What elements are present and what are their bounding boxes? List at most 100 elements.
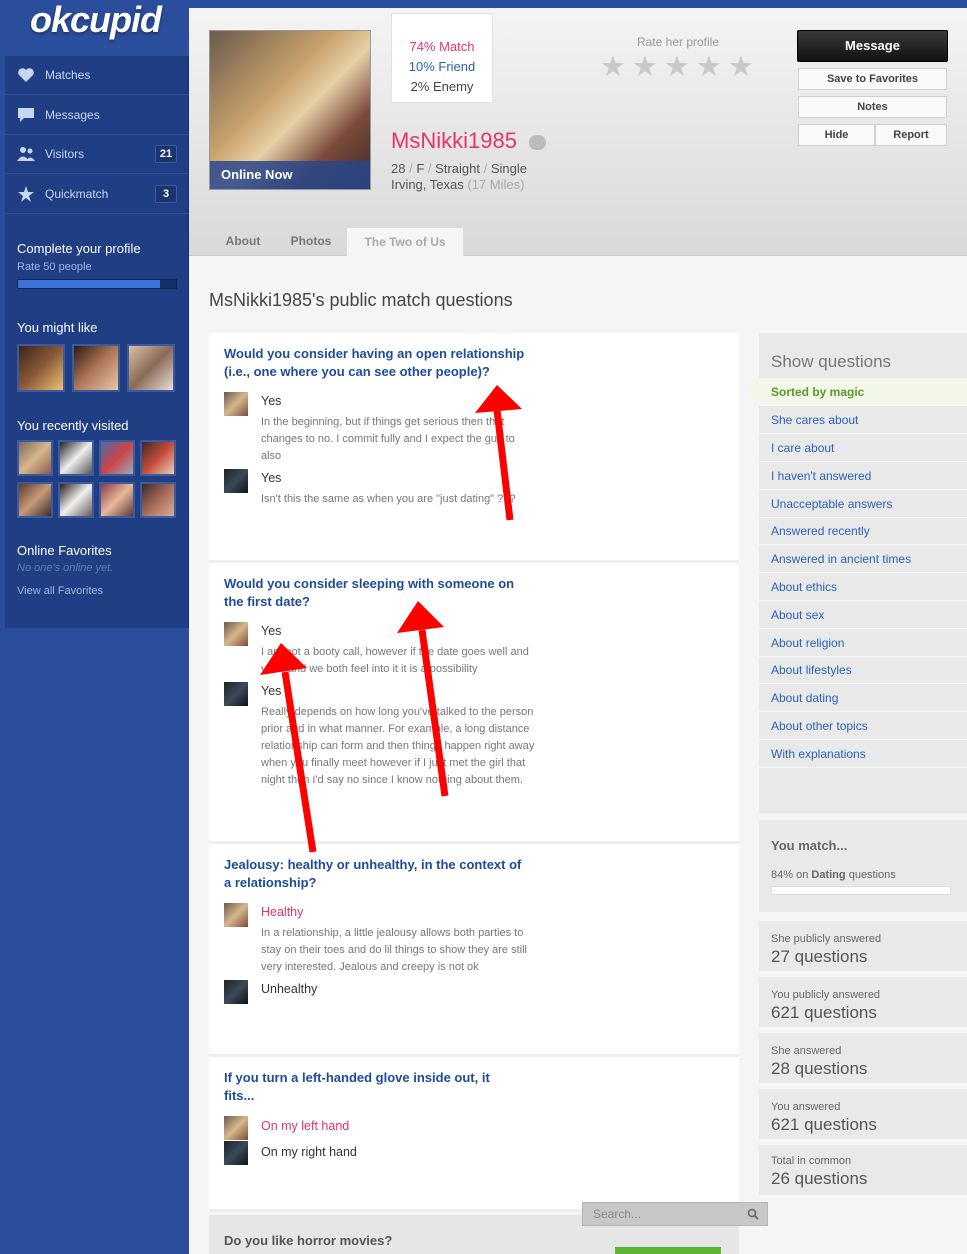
filter-answered-recently[interactable]: Answered recently (759, 517, 967, 545)
suggested-user-thumb[interactable] (72, 344, 120, 392)
profile-progress-fill (18, 280, 161, 288)
my-avatar (224, 469, 248, 493)
profile-progress-bar (17, 279, 177, 289)
visited-user-thumb[interactable] (99, 440, 135, 476)
visitors-count-badge: 21 (155, 145, 177, 163)
hide-button[interactable]: Hide (798, 124, 875, 146)
stat-label: She answered (771, 1045, 842, 1057)
tab-photos[interactable]: Photos (279, 227, 343, 256)
explanation-line: yeah and we both feel into it it is a po… (261, 663, 478, 675)
question-line: a relationship? (224, 875, 317, 890)
gender: F (416, 161, 425, 176)
sidebar: Matches Messages Visitors 21 Quickmatch … (5, 56, 189, 628)
question-text[interactable]: Would you consider having an open relati… (224, 345, 524, 381)
stat-label: You answered (771, 1101, 841, 1113)
profile-photo[interactable]: Online Now (209, 30, 371, 190)
suggested-user-thumb[interactable] (17, 344, 65, 392)
explanation-line: Really depends on how long you've talked… (261, 706, 534, 718)
search-input[interactable]: Search... (582, 1202, 768, 1226)
rate-people-link[interactable]: Rate 50 people (17, 261, 92, 273)
visited-user-thumb[interactable] (58, 482, 94, 518)
online-favorites-title: Online Favorites (17, 543, 112, 558)
my-avatar (224, 682, 248, 706)
answer-button[interactable] (615, 1247, 721, 1254)
my-avatar (224, 980, 248, 1004)
visited-user-thumb[interactable] (58, 440, 94, 476)
filter-about-religion[interactable]: About religion (759, 629, 967, 657)
relationship-status: Single (490, 161, 527, 176)
filter-about-dating[interactable]: About dating (759, 684, 967, 712)
notes-button[interactable]: Notes (798, 96, 947, 118)
suggested-user-thumb[interactable] (127, 344, 175, 392)
profile-header: Online Now 74% Match 10% Friend 2% Enemy… (189, 8, 967, 256)
friend-percent: 10% Friend (408, 59, 476, 74)
nav-matches[interactable]: Matches (5, 56, 189, 95)
visited-user-thumb[interactable] (140, 440, 176, 476)
view-all-favorites-link[interactable]: View all Favorites (17, 585, 103, 597)
search-icon[interactable] (747, 1208, 759, 1220)
filter-about-lifestyles[interactable]: About lifestyles (759, 656, 967, 684)
you-match-box: You match... 84% on Dating questions (759, 820, 967, 915)
question-line: (i.e., one where you can see other peopl… (224, 364, 490, 379)
question-card: Would you consider sleeping with someone… (209, 563, 739, 844)
match-bar (771, 886, 951, 895)
visited-user-thumb[interactable] (140, 482, 176, 518)
rating-star-icon[interactable]: ★ (664, 53, 691, 82)
filter-about-other-topics[interactable]: About other topics (759, 712, 967, 740)
visited-user-thumb[interactable] (17, 482, 53, 518)
question-text[interactable]: Jealousy: healthy or unhealthy, in the c… (224, 856, 521, 892)
her-answer: On my left hand (261, 1119, 350, 1133)
explanation-line: I am not a booty call, however if the da… (261, 646, 529, 658)
filter-she-cares-about[interactable]: She cares about (759, 406, 967, 434)
online-favorites-empty: No one's online yet. (17, 562, 114, 574)
nav-visitors[interactable]: Visitors 21 (5, 135, 189, 174)
my-answer: Unhealthy (261, 982, 318, 996)
tab-about[interactable]: About (209, 227, 277, 256)
explanation-line: Isn't this the same as when you are "jus… (261, 493, 516, 505)
match-pct: 84% (771, 869, 794, 881)
nav-messages[interactable]: Messages (5, 96, 189, 135)
filter-sorted-by-magic[interactable]: Sorted by magic (759, 378, 967, 406)
question-text[interactable]: If you turn a left-handed glove inside o… (224, 1069, 490, 1105)
visited-user-thumb[interactable] (17, 440, 53, 476)
her-avatar (224, 903, 248, 927)
explanation-line: stay on their toes and do lil things to … (261, 944, 527, 956)
report-button[interactable]: Report (875, 124, 947, 146)
visited-user-thumb[interactable] (99, 482, 135, 518)
rating-star-icon[interactable]: ★ (728, 53, 755, 82)
speech-bubble-icon (18, 108, 34, 122)
her-explanation: In the beginning, but if things get seri… (261, 414, 591, 465)
filter-with-explanations[interactable]: With explanations (759, 740, 967, 768)
filter-about-sex[interactable]: About sex (759, 601, 967, 629)
nav-label: Matches (45, 68, 91, 82)
rating-star-icon[interactable]: ★ (696, 53, 723, 82)
complete-profile-title[interactable]: Complete your profile (17, 241, 141, 256)
filter-answered-ancient[interactable]: Answered in ancient times (759, 545, 967, 573)
explanation-line: when you finally meet however if I just … (261, 757, 526, 769)
filter-i-care-about[interactable]: I care about (759, 434, 967, 462)
rating-star-icon[interactable]: ★ (600, 53, 627, 82)
filter-about-ethics[interactable]: About ethics (759, 573, 967, 601)
tab-the-two-of-us[interactable]: The Two of Us (346, 227, 464, 256)
you-match-detail: 84% on Dating questions (771, 869, 896, 881)
stat-box: You publicly answered 621 questions (759, 977, 967, 1030)
you-match-title: You match... (771, 838, 848, 853)
explanation-line: night then I'd say no since I know nothi… (261, 774, 523, 786)
okcupid-logo[interactable]: okcupid (30, 0, 170, 46)
save-to-favorites-button[interactable]: Save to Favorites (798, 68, 947, 90)
rating-star-icon[interactable]: ★ (632, 53, 659, 82)
question-text[interactable]: Do you like horror movies? (224, 1232, 392, 1250)
explanation-line: prior and in what manner. For example, a… (261, 723, 530, 735)
filter-i-havent-answered[interactable]: I haven't answered (759, 462, 967, 490)
my-explanation: Really depends on how long you've talked… (261, 704, 591, 789)
message-button[interactable]: Message (797, 30, 948, 62)
question-text[interactable]: Would you consider sleeping with someone… (224, 575, 514, 611)
profile-username: MsNikki1985 (391, 128, 517, 153)
filter-unacceptable-answers[interactable]: Unacceptable answers (759, 490, 967, 518)
chat-icon[interactable] (529, 135, 546, 150)
explanation-line: In a relationship, a little jealousy all… (261, 927, 524, 939)
nav-quickmatch[interactable]: Quickmatch 3 (5, 175, 189, 214)
explanation-line: In the beginning, but if things get seri… (261, 416, 505, 428)
orientation: Straight (435, 161, 480, 176)
heart-icon (18, 68, 34, 82)
